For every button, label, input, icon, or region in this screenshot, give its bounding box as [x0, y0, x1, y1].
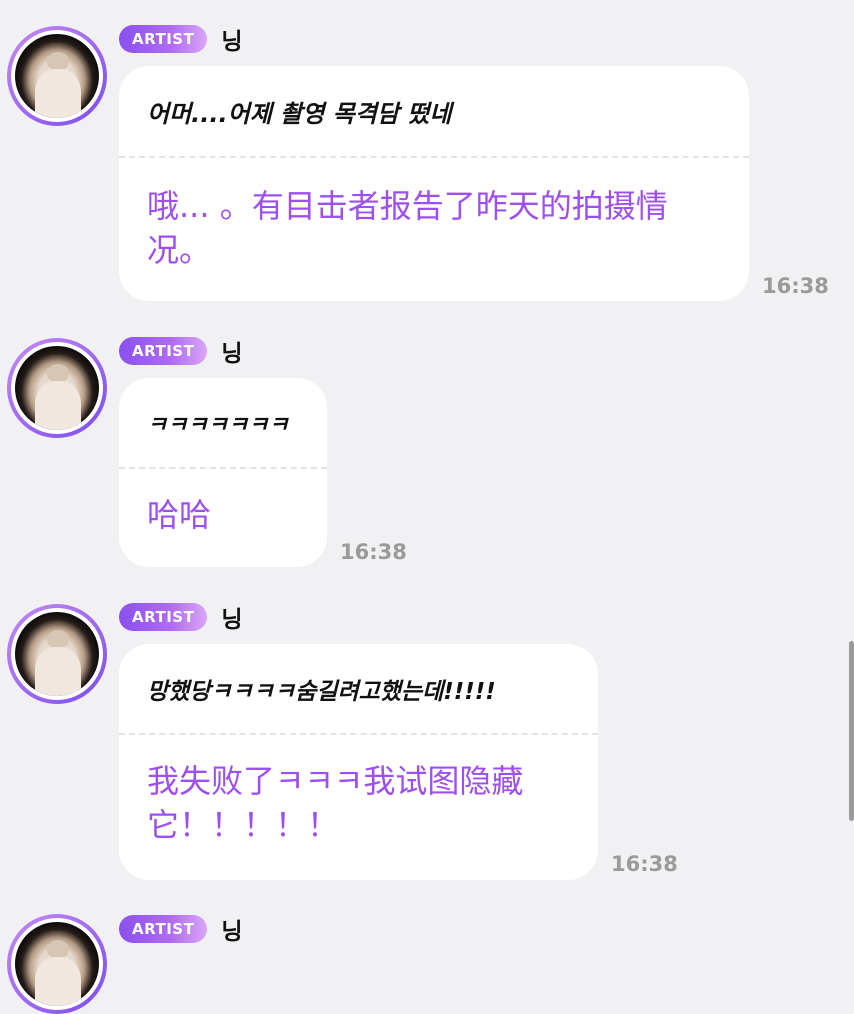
- translated-text: 哈哈: [147, 496, 212, 534]
- timestamp: 16:38: [340, 540, 407, 564]
- avatar[interactable]: [7, 338, 107, 438]
- avatar-frame: [11, 342, 103, 434]
- avatar[interactable]: [7, 604, 107, 704]
- avatar[interactable]: [7, 26, 107, 126]
- avatar-photo: [15, 922, 99, 1006]
- original-text: 망했당ㅋㅋㅋㅋ숨길려고했는데!!!!!: [147, 678, 496, 705]
- artist-badge: ARTIST: [119, 337, 208, 365]
- avatar-photo: [15, 612, 99, 696]
- artist-badge: ARTIST: [119, 25, 208, 53]
- timestamp: 16:38: [611, 852, 678, 876]
- translated-text: 我失败了ㅋㅋㅋ我试图隐藏它！！！！！: [147, 762, 524, 844]
- message-bubble[interactable]: ㅋㅋㅋㅋㅋㅋㅋ 哈哈: [119, 378, 327, 567]
- sender-name[interactable]: 닝: [221, 334, 242, 368]
- sender-name[interactable]: 닝: [221, 912, 242, 946]
- message-header: ARTIST 닝: [119, 600, 243, 634]
- avatar-photo: [15, 34, 99, 118]
- message-header: ARTIST 닝: [119, 334, 243, 368]
- message-header: ARTIST 닝: [119, 22, 243, 56]
- translated-text: 哦... 。有目击者报告了昨天的拍摄情况。: [147, 187, 668, 269]
- original-text: ㅋㅋㅋㅋㅋㅋㅋ: [147, 412, 289, 438]
- artist-badge: ARTIST: [119, 915, 208, 943]
- message-bubble[interactable]: 어머....어제 촬영 목격담 떴네 哦... 。有目击者报告了昨天的拍摄情况。: [119, 66, 749, 301]
- avatar-frame: [11, 918, 103, 1010]
- avatar-frame: [11, 608, 103, 700]
- artist-badge: ARTIST: [119, 603, 208, 631]
- sender-name[interactable]: 닝: [221, 600, 242, 634]
- avatar[interactable]: [7, 914, 107, 1014]
- avatar-photo: [15, 346, 99, 430]
- timestamp: 16:38: [762, 274, 829, 298]
- scrollbar-thumb[interactable]: [849, 641, 854, 821]
- sender-name[interactable]: 닝: [221, 22, 242, 56]
- message-header: ARTIST 닝: [119, 912, 243, 946]
- original-text: 어머....어제 촬영 목격담 떴네: [147, 99, 452, 128]
- message-bubble[interactable]: 망했당ㅋㅋㅋㅋ숨길려고했는데!!!!! 我失败了ㅋㅋㅋ我试图隐藏它！！！！！: [119, 644, 598, 880]
- avatar-frame: [11, 30, 103, 122]
